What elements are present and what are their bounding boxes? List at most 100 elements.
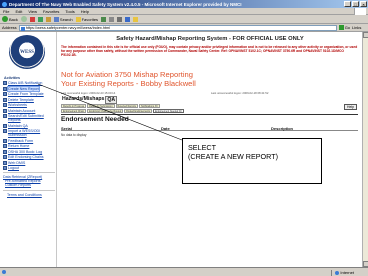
sidebar-item-create-new-report[interactable]: Create New Report — [3, 85, 56, 92]
history-button[interactable] — [101, 16, 107, 22]
search-icon — [3, 114, 7, 118]
template-icon — [3, 92, 7, 96]
custom-reports-link[interactable]: Custom Reports — [3, 183, 56, 187]
tab-endorsement-needed[interactable]: Endorsement Needed (0) — [152, 108, 184, 113]
page-subtitle: Your Existing Reports - Bobby Blackwell — [61, 79, 196, 88]
book-icon — [3, 149, 7, 154]
sidebar-item-logout[interactable]: Logout — [3, 166, 56, 170]
print-button[interactable] — [117, 16, 123, 22]
forward-button[interactable] — [20, 16, 27, 22]
tab-rejected-reports[interactable]: Rejected Reports — [115, 104, 139, 108]
stop-button[interactable] — [29, 16, 35, 22]
refresh-button[interactable] — [37, 16, 43, 22]
back-arrow-icon — [2, 16, 8, 22]
import-icon — [3, 129, 7, 133]
scroll-up-button[interactable] — [363, 32, 368, 38]
tab-endorsement-chain[interactable]: Endorsement Chain — [61, 108, 87, 113]
home-button[interactable] — [45, 16, 51, 22]
sidebar-item-osha-300-log[interactable]: OSHA 300 Book: Log — [3, 149, 56, 154]
folder-button[interactable] — [133, 16, 139, 22]
fouo-warning: The information contained in this site i… — [61, 45, 358, 58]
mail-button[interactable] — [109, 16, 115, 22]
history-icon — [101, 16, 107, 22]
column-date[interactable]: Date — [161, 126, 271, 131]
sidebar-item-class-ab-notification[interactable]: Class A/B Notification — [3, 81, 56, 85]
go-button[interactable]: Go — [338, 25, 351, 30]
globe-icon — [335, 270, 340, 275]
tab-endorsing-chain-routed[interactable]: Endorsing Chain to be Routed — [87, 108, 124, 113]
tab-notifications[interactable]: Notifications (0) — [139, 104, 160, 108]
notification-icon — [3, 81, 7, 85]
sidebar-divider — [3, 172, 55, 173]
favorites-label: Favorites — [81, 16, 99, 22]
logo-text: WESS — [20, 49, 34, 55]
home-icon — [3, 144, 7, 148]
site-title: Safety Hazard/Mishap Reporting System - … — [116, 36, 304, 42]
menu-tools[interactable]: Tools — [65, 9, 74, 14]
menu-view[interactable]: View — [28, 9, 37, 14]
toolbar: Back Search Favorites — [0, 15, 368, 24]
sidebar-item-feedback-form[interactable]: Feedback Form — [3, 138, 56, 143]
page-icon — [20, 26, 25, 31]
menu-favorites[interactable]: Favorites — [43, 9, 59, 14]
section-divider — [61, 114, 358, 115]
tab-reports-in-progress[interactable]: Reports in Progress — [61, 104, 87, 108]
statusbar: Internet — [0, 267, 368, 276]
sidebar-item-delete-template[interactable]: Delete Template — [3, 97, 56, 102]
sidebar-item-maintain-qa[interactable]: Maintain QA — [3, 123, 56, 128]
column-description[interactable]: Description — [271, 126, 358, 131]
sidebar-heading: Activities — [4, 76, 20, 80]
tab-routed-endorsements[interactable]: Routed Endorsements — [124, 108, 152, 113]
back-label: Back — [9, 16, 18, 22]
refresh-icon — [37, 16, 43, 22]
hazards-mishaps-header: Hazards/Mishaps QA — [62, 96, 118, 104]
menu-file[interactable]: File — [3, 9, 9, 14]
menu-help[interactable]: Help — [81, 9, 89, 14]
qa-tab[interactable]: QA — [105, 96, 118, 104]
edit-button[interactable] — [125, 16, 131, 22]
zone-label: Internet — [340, 270, 354, 275]
web-icon — [3, 160, 7, 165]
account-icon — [3, 108, 7, 113]
sidebar-item-maintain-account[interactable]: Maintain Account — [3, 108, 56, 113]
address-url: https://wess.safetycenter.navy.mil/wess/… — [25, 25, 111, 30]
search-icon — [53, 16, 59, 22]
windows-logo-icon — [354, 8, 366, 15]
menu-edit[interactable]: Edit — [15, 9, 22, 14]
close-button[interactable]: × — [360, 1, 367, 7]
links-button[interactable]: Links — [352, 25, 361, 30]
delete-icon — [3, 97, 7, 102]
tab-ready-for-submission[interactable]: Ready for Submission — [87, 104, 115, 108]
address-field[interactable]: https://wess.safetycenter.navy.mil/wess/… — [18, 24, 337, 31]
favorites-button[interactable]: Favorites — [75, 16, 99, 22]
endorsement-needed-title: Endorsement Needed — [61, 116, 129, 123]
go-label: Go — [344, 25, 351, 30]
address-bar: Address https://wess.safetycenter.navy.m… — [0, 24, 368, 32]
home-icon — [45, 16, 51, 22]
back-button[interactable]: Back — [2, 16, 18, 22]
callout-line-1: SELECT — [188, 143, 216, 152]
search-button[interactable]: Search — [53, 16, 73, 22]
sidebar-item-create-from-template[interactable]: Create From Template — [3, 92, 56, 96]
terms-link[interactable]: Terms and Conditions — [3, 193, 56, 197]
vertical-scrollbar[interactable] — [362, 32, 368, 267]
maximize-button[interactable]: □ — [352, 1, 359, 7]
edit-icon — [125, 16, 131, 22]
help-button[interactable]: Help — [344, 104, 357, 110]
sidebar-item-web-dmis[interactable]: Web DMIS — [3, 160, 56, 165]
stop-icon — [29, 16, 35, 22]
page-title: Not for Aviation 3750 Mishap Reporting — [61, 70, 193, 79]
sidebar-item-return-home[interactable]: Return Home — [3, 144, 56, 148]
sidebar-item-import-submission[interactable]: Import a WESS/ODI Submission — [3, 129, 56, 137]
mail-icon — [109, 16, 115, 22]
search-label: Search — [59, 16, 73, 22]
sidebar-activities: Class A/B Notification Create New Report… — [3, 81, 56, 197]
column-serial[interactable]: Serial — [61, 126, 161, 131]
sidebar-item-search-edit-reports[interactable]: Search/Edit Submitted Reports — [3, 114, 56, 122]
minimize-button[interactable]: _ — [344, 1, 351, 7]
sidebar-item-worksheets[interactable]: Worksheets — [3, 103, 56, 107]
sidebar-item-edit-endorsing-chains[interactable]: Edit Endorsing Chains — [3, 155, 56, 159]
new-report-icon — [3, 86, 7, 91]
no-data-message: No data to display — [61, 133, 87, 137]
qa-icon — [3, 123, 7, 128]
